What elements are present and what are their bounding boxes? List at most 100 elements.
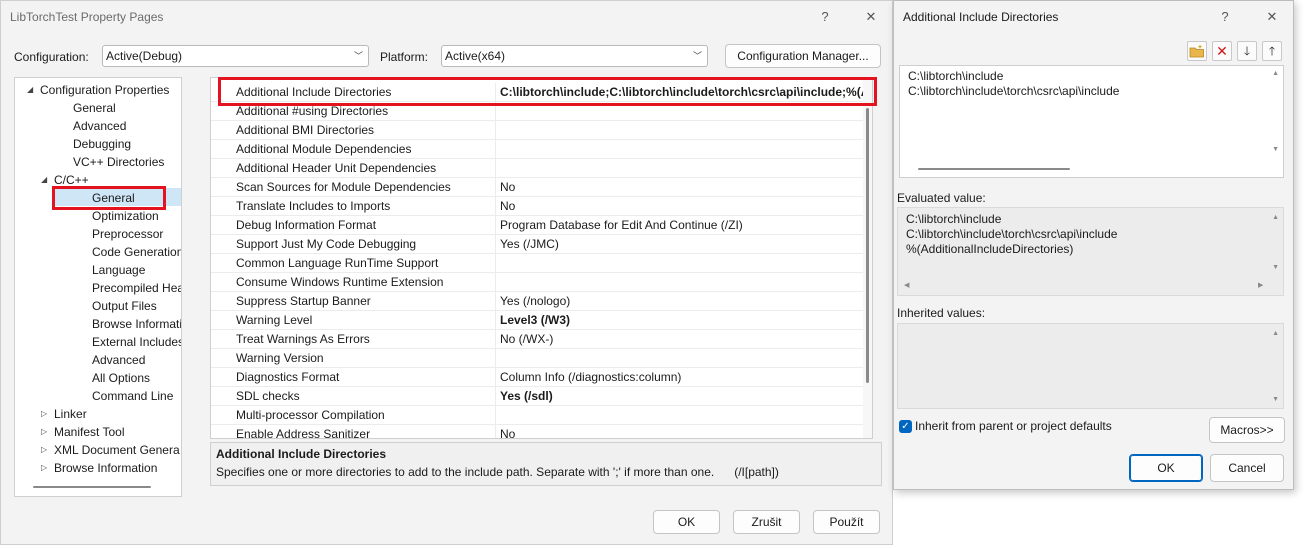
grid-vertical-scrollbar[interactable]	[863, 78, 872, 438]
expanded-arrow-icon[interactable]: ◢	[27, 81, 33, 99]
property-row[interactable]: Diagnostics Format Column Info (/diagnost…	[211, 368, 865, 387]
property-row[interactable]: Treat Warnings As Errors No (/WX-)	[211, 330, 865, 349]
eval-scroll-right-arrow[interactable]: ▶	[1258, 281, 1263, 289]
property-value[interactable]: No	[495, 425, 865, 438]
tree-item[interactable]: Browse Information	[92, 315, 181, 333]
property-row[interactable]: Additional Header Unit Dependencies	[211, 159, 865, 178]
property-value[interactable]: Yes (/sdl)	[495, 387, 865, 406]
property-value[interactable]	[495, 121, 865, 140]
expanded-arrow-icon[interactable]: ◢	[41, 171, 47, 189]
inherited-scroll-up-arrow[interactable]: ▲	[1272, 330, 1279, 337]
tree-horizontal-scrollbar[interactable]	[33, 486, 151, 488]
property-value[interactable]: Yes (/nologo)	[495, 292, 865, 311]
directories-edit-box[interactable]: C:\libtorch\include C:\libtorch\include\t…	[899, 65, 1284, 178]
property-value[interactable]	[495, 140, 865, 159]
new-line-folder-icon[interactable]	[1187, 41, 1207, 61]
property-value[interactable]	[495, 254, 865, 273]
eval-scroll-up-arrow[interactable]: ▲	[1272, 214, 1279, 221]
property-value[interactable]	[495, 349, 865, 368]
collapsed-arrow-icon[interactable]: ▷	[41, 459, 47, 477]
tree-item[interactable]: General	[73, 99, 116, 117]
property-row[interactable]: Multi-processor Compilation	[211, 406, 865, 425]
property-row[interactable]: Consume Windows Runtime Extension	[211, 273, 865, 292]
tree-item[interactable]: Preprocessor	[92, 225, 163, 243]
collapsed-arrow-icon[interactable]: ▷	[41, 441, 47, 459]
property-value[interactable]	[495, 273, 865, 292]
tree-item[interactable]: Precompiled Heade	[92, 279, 181, 297]
tree-item[interactable]: Output Files	[92, 297, 157, 315]
side-cancel-button[interactable]: Cancel	[1210, 454, 1284, 482]
evaluated-value-box: C:\libtorch\include C:\libtorch\include\t…	[897, 207, 1284, 296]
dialog-title: LibTorchTest Property Pages	[10, 10, 164, 24]
tree-item[interactable]: Manifest Tool	[54, 423, 124, 441]
delete-line-icon[interactable]: ✕	[1212, 41, 1232, 61]
property-row[interactable]: Common Language RunTime Support	[211, 254, 865, 273]
directory-line: C:\libtorch\include\torch\csrc\api\inclu…	[906, 227, 1118, 241]
grid-scroll-thumb[interactable]	[866, 108, 869, 383]
collapsed-arrow-icon[interactable]: ▷	[41, 405, 47, 423]
tree-item[interactable]: Advanced	[73, 117, 126, 135]
property-row[interactable]: Additional Module Dependencies	[211, 140, 865, 159]
help-button[interactable]: ?	[815, 7, 835, 27]
tree-item[interactable]: Advanced	[92, 351, 145, 369]
property-row[interactable]: Translate Includes to Imports No	[211, 197, 865, 216]
property-value-text: Yes (/nologo)	[500, 294, 571, 308]
property-value[interactable]: Column Info (/diagnostics:column)	[495, 368, 865, 387]
tree-item[interactable]: Linker	[54, 405, 87, 423]
tree-item[interactable]: All Options	[92, 369, 150, 387]
property-value[interactable]: No	[495, 178, 865, 197]
configuration-dropdown[interactable]: Active(Debug) ﹀	[102, 45, 369, 67]
inherited-scroll-down-arrow[interactable]: ▼	[1272, 396, 1279, 403]
move-down-icon[interactable]: 🡓	[1237, 41, 1257, 61]
property-pages-dialog: LibTorchTest Property Pages ? ✕ Configur…	[0, 0, 893, 545]
property-row[interactable]: Enable Address Sanitizer No	[211, 425, 865, 438]
property-value-text	[496, 161, 500, 175]
apply-button[interactable]: Použít	[813, 510, 880, 534]
close-icon[interactable]: ✕	[861, 7, 881, 27]
property-value[interactable]	[495, 406, 865, 425]
side-close-icon[interactable]: ✕	[1262, 7, 1282, 27]
tree-item[interactable]: Code Generation	[92, 243, 181, 261]
scroll-down-arrow[interactable]: ▼	[1272, 146, 1279, 153]
tree-item[interactable]: Debugging	[73, 135, 131, 153]
eval-scroll-left-arrow[interactable]: ◀	[904, 281, 909, 289]
property-value[interactable]: No	[495, 197, 865, 216]
property-value[interactable]: Program Database for Edit And Continue (…	[495, 216, 865, 235]
cancel-button[interactable]: Zrušit	[733, 510, 800, 534]
side-ok-button[interactable]: OK	[1129, 454, 1203, 482]
tree-item[interactable]: Command Line	[92, 387, 173, 405]
property-row[interactable]: SDL checks Yes (/sdl)	[211, 387, 865, 406]
property-name: Treat Warnings As Errors	[236, 332, 370, 346]
tree-item[interactable]: Configuration Properties	[40, 81, 169, 99]
tree-item[interactable]: Browse Information	[54, 459, 157, 477]
collapsed-arrow-icon[interactable]: ▷	[41, 423, 47, 441]
edit-horizontal-scrollbar[interactable]	[918, 168, 1070, 170]
macros-button[interactable]: Macros>>	[1209, 417, 1285, 443]
property-value[interactable]: Level3 (/W3)	[495, 311, 865, 330]
property-row[interactable]: Debug Information Format Program Database…	[211, 216, 865, 235]
inherit-checkbox-label[interactable]: Inherit from parent or project defaults	[915, 419, 1112, 434]
property-value[interactable]: No (/WX-)	[495, 330, 865, 349]
ok-button[interactable]: OK	[653, 510, 720, 534]
scroll-up-arrow[interactable]: ▲	[1272, 70, 1279, 77]
side-dialog-title: Additional Include Directories	[903, 10, 1059, 24]
move-up-icon[interactable]: 🡑	[1262, 41, 1282, 61]
property-value[interactable]	[495, 159, 865, 178]
inherit-checkbox[interactable]: ✓	[899, 420, 912, 433]
property-row[interactable]: Warning Version	[211, 349, 865, 368]
tree-item[interactable]: XML Document Genera	[54, 441, 180, 459]
property-row[interactable]: Warning Level Level3 (/W3)	[211, 311, 865, 330]
side-help-button[interactable]: ?	[1215, 7, 1235, 27]
property-row[interactable]: Additional BMI Directories	[211, 121, 865, 140]
tree-item[interactable]: VC++ Directories	[73, 153, 164, 171]
platform-dropdown[interactable]: Active(x64) ﹀	[441, 45, 708, 67]
property-value[interactable]: Yes (/JMC)	[495, 235, 865, 254]
tree-item[interactable]: External Includes	[92, 333, 181, 351]
tree-item[interactable]: Language	[92, 261, 145, 279]
property-row[interactable]: Support Just My Code Debugging Yes (/JMC)	[211, 235, 865, 254]
property-name: Support Just My Code Debugging	[236, 237, 417, 251]
property-row[interactable]: Suppress Startup Banner Yes (/nologo)	[211, 292, 865, 311]
eval-scroll-down-arrow[interactable]: ▼	[1272, 264, 1279, 271]
property-row[interactable]: Scan Sources for Module Dependencies No	[211, 178, 865, 197]
configuration-manager-button[interactable]: Configuration Manager...	[725, 44, 881, 68]
